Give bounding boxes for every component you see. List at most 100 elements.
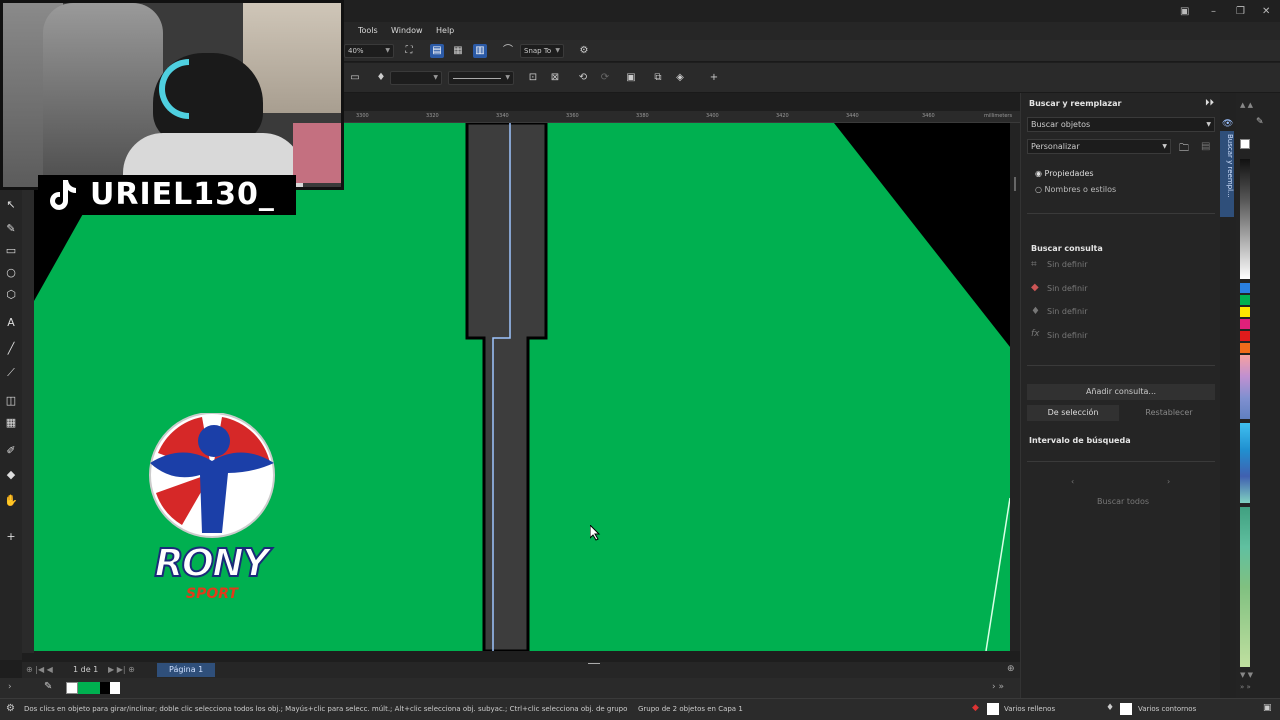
swatch-blues[interactable] — [1240, 423, 1250, 503]
menu-window[interactable]: Window — [391, 26, 423, 35]
tiktok-banner: URIEL130_ — [38, 175, 296, 215]
zoom-fit-icon[interactable]: ⛶ — [402, 44, 416, 58]
status-outline: Varios contornos — [1138, 705, 1197, 713]
tiktok-username: URIEL130_ — [90, 177, 275, 212]
swatch-green[interactable] — [78, 682, 100, 694]
add-tool-icon[interactable]: + — [4, 530, 18, 544]
snap-icon[interactable]: ⌒ — [501, 44, 515, 58]
ellipse-tool-icon[interactable]: ○ — [4, 266, 18, 280]
text-tool-icon[interactable]: A — [4, 316, 18, 330]
page-tab[interactable]: Página 1 — [157, 663, 216, 677]
show-guides-icon[interactable]: ▥ — [473, 44, 487, 58]
fill-tool-icon[interactable]: ◆ — [4, 468, 18, 482]
swatch-magenta[interactable] — [1240, 319, 1250, 329]
ruler-vertical[interactable] — [22, 123, 34, 653]
rectangle-tool-icon[interactable]: ▭ — [4, 244, 18, 258]
swatch-no-color[interactable] — [1240, 139, 1250, 149]
page-count: 1 de 1 — [73, 665, 99, 674]
zoom-corner-icon[interactable]: ⊕ — [1007, 664, 1015, 674]
line-style-dropdown[interactable]: ▼ — [448, 71, 514, 85]
status-bar: ⚙ Dos clics en objeto para girar/inclina… — [0, 698, 1280, 720]
swatch-green[interactable] — [1240, 295, 1250, 305]
next-result-icon[interactable]: › — [1167, 477, 1170, 486]
swatch-grays[interactable] — [1240, 159, 1250, 279]
eyedropper-tool-icon[interactable]: ✐ — [4, 444, 18, 458]
swatch-yellow[interactable] — [1240, 307, 1250, 317]
node-icon[interactable]: ⟲ — [576, 71, 590, 85]
snap-to-dropdown[interactable]: Snap To ▼ — [520, 44, 564, 58]
document-palette: › ✎ › » — [0, 678, 1020, 698]
palette-expand-icon[interactable]: » » — [1240, 683, 1251, 691]
blend-tool-icon[interactable]: ⟋ — [4, 366, 18, 380]
swatch-white[interactable] — [110, 682, 120, 694]
line-tool-icon[interactable]: ╱ — [4, 342, 18, 356]
add-icon[interactable]: + — [707, 71, 721, 85]
hscroll-thumb[interactable] — [588, 663, 600, 664]
binoculars-icon[interactable]: 👁 — [1222, 119, 1233, 129]
swatch-black[interactable] — [100, 682, 110, 694]
search-mode-select[interactable]: Buscar objetos ▼ — [1027, 117, 1215, 132]
swatch-orange[interactable] — [1240, 343, 1250, 353]
transform-icon[interactable]: ⊡ — [526, 71, 540, 85]
show-rulers-icon[interactable]: ▤ — [430, 44, 444, 58]
swatch-none[interactable] — [66, 682, 78, 694]
radio-properties[interactable]: ◉ Propiedades — [1035, 169, 1094, 178]
mirror-icon[interactable]: ⊠ — [548, 71, 562, 85]
maximize-button[interactable]: ❐ — [1236, 6, 1245, 17]
layers-2-icon[interactable]: ◈ — [673, 71, 687, 85]
palette-arrow-icon[interactable]: › — [8, 682, 12, 692]
status-panel-icon[interactable]: ▣ — [1263, 703, 1272, 713]
palette-scroll-icon[interactable]: › » — [992, 682, 1004, 692]
ruler-horizontal[interactable]: 3300 3320 3340 3360 3380 3400 3420 3440 … — [344, 111, 1020, 123]
menu-help[interactable]: Help — [436, 26, 454, 35]
freehand-tool-icon[interactable]: ✎ — [4, 222, 18, 236]
docker-expand-icon[interactable]: ⏵⏵ — [1205, 98, 1214, 108]
query-item[interactable]: Sin definir — [1047, 331, 1088, 340]
vertical-scrollbar[interactable] — [1010, 123, 1020, 651]
tab-find-replace[interactable]: Buscar y reempl... — [1220, 131, 1234, 217]
swatch-blue[interactable] — [1240, 283, 1250, 293]
add-page-icon[interactable]: ⊕ |◀ ◀ — [26, 665, 53, 674]
options-gear-icon[interactable]: ⚙ — [577, 44, 591, 58]
swatch-red[interactable] — [1240, 331, 1250, 341]
swatch-greens[interactable] — [1240, 507, 1250, 667]
scroll-thumb[interactable] — [1014, 177, 1016, 191]
layers-icon[interactable]: ⧉ — [651, 71, 665, 85]
radio-names[interactable]: ○ Nombres o estilos — [1035, 185, 1116, 194]
add-query-button[interactable]: Añadir consulta... — [1027, 384, 1215, 400]
ruler-tick: 3420 — [776, 113, 789, 119]
close-button[interactable]: ✕ — [1262, 6, 1270, 17]
smart-fill-tool-icon[interactable]: ✋ — [4, 494, 18, 508]
find-all-button[interactable]: Buscar todos — [1097, 497, 1149, 506]
polygon-tool-icon[interactable]: ⬡ — [4, 288, 18, 302]
open-folder-icon[interactable]: 🗀 — [1179, 141, 1189, 158]
palette-scroll-up-icon[interactable]: ▲ ▲ — [1240, 101, 1253, 109]
swatch-pastels[interactable] — [1240, 355, 1250, 419]
minimize-button[interactable]: – — [1211, 6, 1216, 17]
palette-eyedropper-icon[interactable]: ✎ — [44, 681, 52, 692]
vertical-stripe[interactable] — [465, 123, 548, 651]
from-selection-button[interactable]: De selección — [1027, 405, 1119, 421]
preset-select[interactable]: Personalizar ▼ — [1027, 139, 1171, 154]
shadow-tool-icon[interactable]: ◫ — [4, 394, 18, 408]
toolbox: ↖ ✎ ▭ ○ ⬡ A ╱ ⟋ ◫ ▦ ✐ ◆ ✋ + — [0, 190, 22, 660]
restore-icon[interactable]: ▣ — [1180, 6, 1189, 17]
arrange-icon[interactable]: ▣ — [624, 71, 638, 85]
palette-eyedropper-icon[interactable]: ✎ — [1256, 117, 1264, 127]
show-grid-icon[interactable]: ▦ — [451, 44, 465, 58]
settings-gear-icon[interactable]: ⚙ — [6, 703, 15, 714]
next-page-icon[interactable]: ▶ ▶| ⊕ — [108, 665, 135, 674]
align-icon[interactable]: ▭ — [348, 71, 362, 85]
palette-scroll-down-icon[interactable]: ▼ ▼ — [1240, 671, 1253, 679]
menu-tools[interactable]: Tools — [358, 26, 378, 35]
query-item[interactable]: Sin definir — [1047, 307, 1088, 316]
zoom-dropdown[interactable]: 40% ▼ — [344, 44, 394, 58]
reset-button[interactable]: Restablecer — [1123, 405, 1215, 421]
query-item[interactable]: Sin definir — [1047, 284, 1088, 293]
prev-result-icon[interactable]: ‹ — [1071, 477, 1074, 486]
transparency-tool-icon[interactable]: ▦ — [4, 416, 18, 430]
query-item[interactable]: Sin definir — [1047, 260, 1088, 269]
outline-width-dropdown[interactable]: ▼ — [390, 71, 442, 85]
outline-pen-icon[interactable]: ♦ — [374, 71, 388, 85]
pick-tool-icon[interactable]: ↖ — [4, 198, 18, 212]
